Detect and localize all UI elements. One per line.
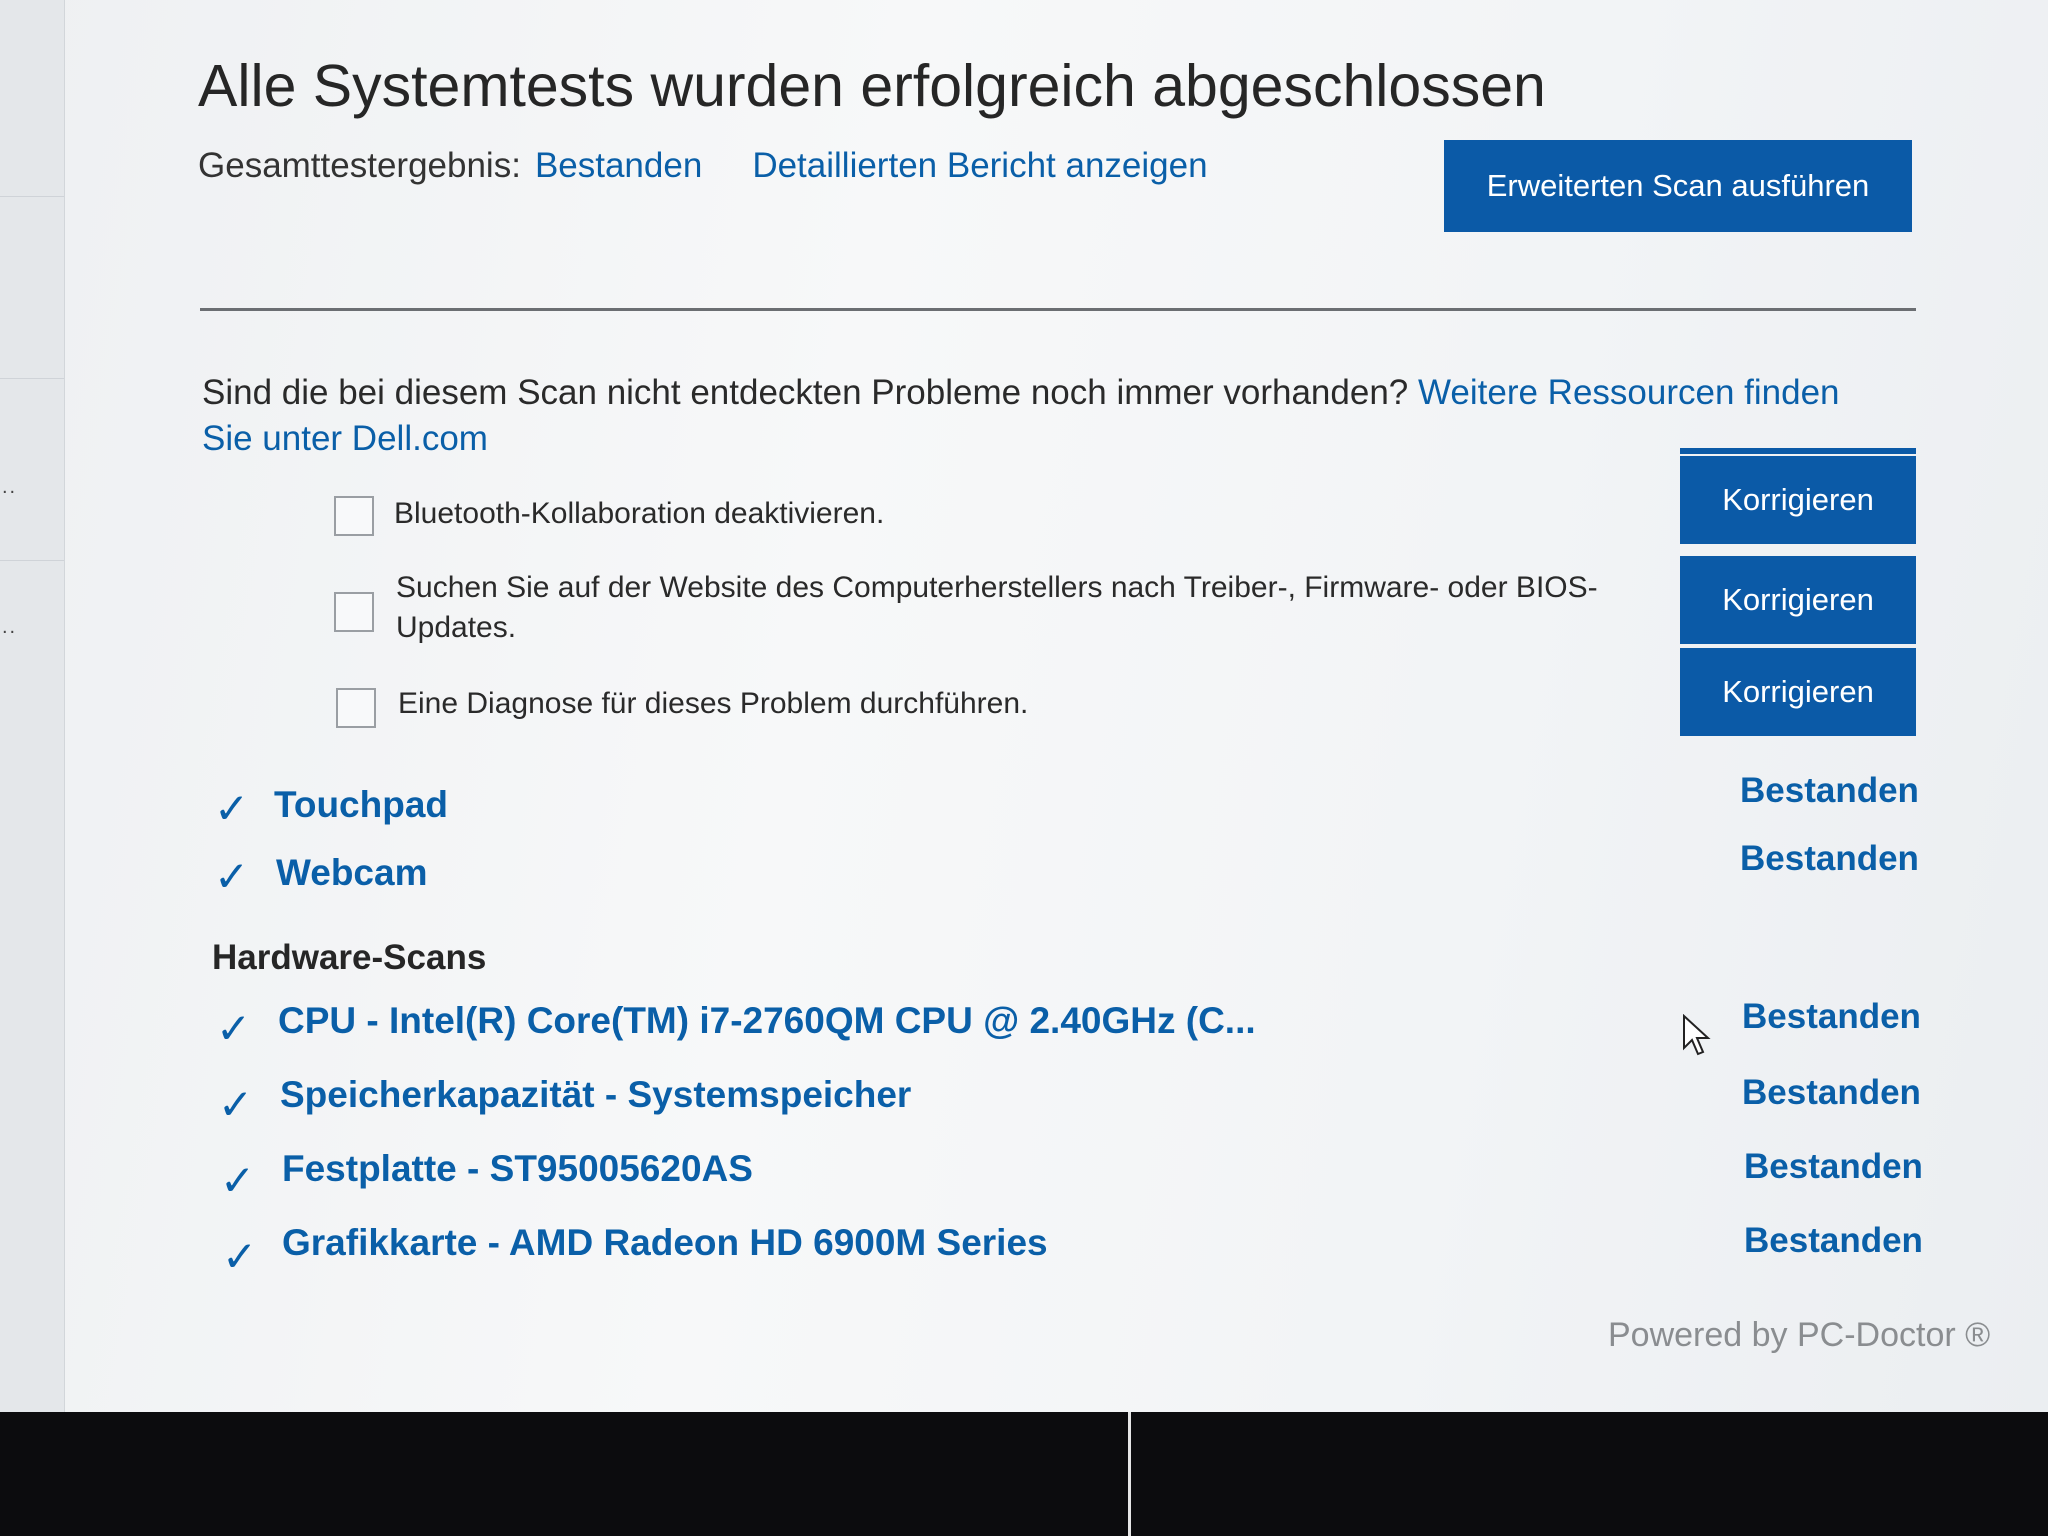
checkmark-icon: ✓ — [214, 785, 250, 832]
left-sidebar-strip: .. .. — [0, 0, 65, 1412]
test-name: Touchpad — [274, 784, 449, 825]
fix-item-label: Eine Diagnose für dieses Problem durchfü… — [398, 687, 1029, 720]
monitor-bezel — [0, 1412, 2048, 1536]
fix-item-label: Suchen Sie auf der Website des Computerh… — [396, 571, 1598, 644]
overall-result: Gesamttestergebnis: Bestanden Detaillierte… — [198, 146, 1208, 186]
sidebar-more-icon: .. — [2, 476, 18, 498]
divider — [200, 308, 1916, 311]
app-window: .. .. Alle Systemtests wurden erfolgreic… — [0, 0, 2048, 1412]
checkmark-icon: ✓ — [216, 1005, 252, 1052]
hardware-test-name: Grafikkarte - AMD Radeon HD 6900M Series — [282, 1222, 1048, 1263]
mouse-pointer-icon — [1683, 1014, 1711, 1056]
hardware-test-name: CPU - Intel(R) Core(TM) i7-2760QM CPU @ … — [278, 1000, 1256, 1041]
hardware-test-name: Speicherkapazität - Systemspeicher — [280, 1074, 912, 1115]
test-name: Webcam — [276, 852, 428, 893]
hardware-test-status: Bestanden — [1742, 997, 1921, 1036]
fix-item-label: Bluetooth-Kollaboration deaktivieren. — [394, 497, 885, 530]
fix-checkbox[interactable] — [334, 496, 374, 536]
test-status: Bestanden — [1740, 771, 1919, 810]
bezel-divider — [1128, 1412, 1131, 1536]
page-title: Alle Systemtests wurden erfolgreich abge… — [198, 53, 1546, 119]
hardware-test-status: Bestanden — [1742, 1073, 1921, 1112]
sidebar-divider — [0, 196, 64, 197]
fix-checkbox[interactable] — [334, 592, 374, 632]
checkmark-icon: ✓ — [214, 853, 250, 900]
test-status: Bestanden — [1740, 839, 1919, 878]
checkmark-icon: ✓ — [222, 1233, 258, 1280]
hardware-test-name: Festplatte - ST95005620AS — [282, 1148, 753, 1189]
overall-result-label: Gesamttestergebnis: — [198, 146, 521, 185]
fix-column-top-border — [1680, 448, 1916, 454]
fix-button[interactable]: Korrigieren — [1680, 648, 1916, 736]
advanced-scan-button[interactable]: Erweiterten Scan ausführen — [1444, 140, 1912, 232]
sidebar-divider — [0, 378, 64, 379]
overall-result-value: Bestanden — [534, 146, 703, 185]
fix-checkbox[interactable] — [336, 688, 376, 728]
detailed-report-link[interactable]: Detaillierten Bericht anzeigen — [752, 146, 1207, 185]
hardware-scans-heading: Hardware-Scans — [212, 938, 487, 977]
checkmark-icon: ✓ — [218, 1081, 254, 1128]
hardware-test-status: Bestanden — [1744, 1147, 1923, 1186]
hardware-test-status: Bestanden — [1744, 1221, 1923, 1260]
resources-prompt: Sind die bei diesem Scan nicht entdeckte… — [202, 370, 1862, 462]
powered-by-footer: Powered by PC-Doctor ® — [1608, 1316, 1991, 1354]
fix-button[interactable]: Korrigieren — [1680, 556, 1916, 644]
sidebar-divider — [0, 560, 64, 561]
checkmark-icon: ✓ — [220, 1157, 256, 1204]
resources-prompt-text: Sind die bei diesem Scan nicht entdeckte… — [202, 373, 1418, 412]
sidebar-more-icon: .. — [2, 616, 18, 638]
fix-button[interactable]: Korrigieren — [1680, 456, 1916, 544]
